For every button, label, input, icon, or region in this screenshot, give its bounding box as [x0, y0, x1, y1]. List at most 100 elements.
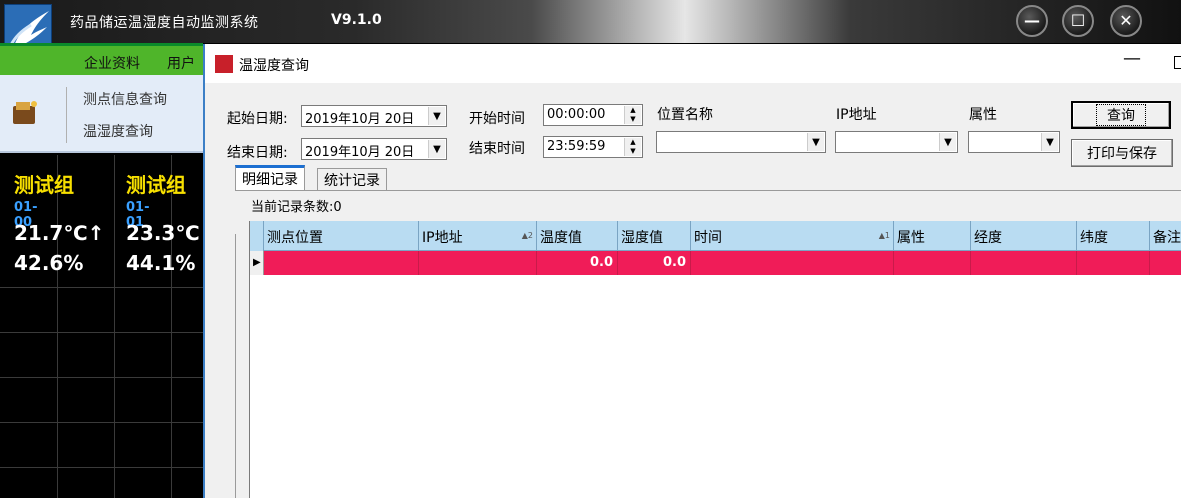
- end-date-label: 结束日期:: [227, 145, 288, 161]
- app-window: 药品储运温湿度自动监测系统 V9.1.0 — ☐ ✕ 企业资料 用户 测点信息查…: [0, 0, 1181, 498]
- location-label: 位置名称: [657, 107, 713, 123]
- grid-line: [0, 467, 203, 468]
- sort-ascending-icon: ▲2: [521, 231, 533, 240]
- panel-border: [235, 234, 236, 498]
- column-header-ip[interactable]: IP地址 ▲2: [419, 221, 537, 251]
- grid-line: [0, 287, 203, 288]
- title-bar: 药品储运温湿度自动监测系统 V9.1.0 — ☐ ✕: [0, 0, 1181, 52]
- minimize-icon: —: [1024, 11, 1040, 30]
- maximize-icon: ☐: [1070, 11, 1086, 30]
- header-row-selector: [250, 221, 264, 251]
- sensor-humidity: 44.1%: [126, 251, 196, 275]
- close-button[interactable]: ✕: [1110, 5, 1142, 37]
- monitor-panel: 测试组 01-00 21.7℃↑ 42.6% 测试组 01-01 23.3℃ 4…: [0, 155, 203, 498]
- table-row[interactable]: ▶ 0.0 0.0: [250, 251, 1181, 275]
- tab-divider: [235, 190, 1181, 191]
- sensor-group-label: 测试组: [14, 173, 74, 197]
- dialog-title: 温湿度查询: [239, 58, 309, 74]
- column-header-time[interactable]: 时间 ▲1: [691, 221, 894, 251]
- menu-item-user[interactable]: 用户: [167, 53, 195, 73]
- maximize-button[interactable]: ☐: [1062, 5, 1094, 37]
- tab-statistics-records[interactable]: 统计记录: [317, 168, 387, 190]
- dialog-title-bar: 温湿度查询 —: [205, 44, 1181, 83]
- cell-location[interactable]: [264, 251, 419, 275]
- column-header-longitude[interactable]: 经度: [971, 221, 1077, 251]
- start-date-label: 起始日期:: [227, 111, 288, 127]
- start-date-picker[interactable]: 2019年10月 20日 ▼: [301, 105, 447, 127]
- cell-ip[interactable]: [419, 251, 537, 275]
- menu-bar: 企业资料 用户: [0, 43, 203, 75]
- query-button[interactable]: 查询: [1071, 101, 1171, 129]
- grid-line: [171, 155, 172, 498]
- menu-item-company[interactable]: 企业资料: [84, 53, 140, 73]
- print-save-button[interactable]: 打印与保存: [1071, 139, 1173, 167]
- grid-line: [57, 155, 58, 498]
- chevron-down-icon[interactable]: ▼: [807, 133, 824, 151]
- start-date-value: 2019年10月 20日: [305, 112, 415, 127]
- cell-temperature[interactable]: 0.0: [537, 251, 618, 275]
- cell-time[interactable]: [691, 251, 894, 275]
- close-icon: ✕: [1119, 11, 1133, 30]
- record-count: 当前记录条数:0: [251, 200, 342, 215]
- records-grid[interactable]: 测点位置 IP地址 ▲2 温度值 湿度值 时间 ▲1 属性 经度 纬度 备注 ▶ 0…: [249, 221, 1181, 498]
- attribute-label: 属性: [969, 107, 997, 123]
- grid-header: 测点位置 IP地址 ▲2 温度值 湿度值 时间 ▲1 属性 经度 纬度 备注: [250, 221, 1181, 251]
- row-pointer-icon: ▶: [250, 251, 264, 275]
- end-date-value: 2019年10月 20日: [305, 145, 415, 160]
- app-version: V9.1.0: [331, 12, 382, 28]
- chevron-down-icon[interactable]: ▼: [1041, 133, 1058, 151]
- attribute-select[interactable]: ▼: [968, 131, 1060, 153]
- location-select[interactable]: ▼: [656, 131, 826, 153]
- column-header-ip-label: IP地址: [422, 230, 463, 246]
- cell-humidity[interactable]: 0.0: [618, 251, 691, 275]
- chevron-down-icon[interactable]: ▼: [428, 107, 445, 125]
- grid-line: [0, 377, 203, 378]
- cell-note[interactable]: [1150, 251, 1181, 275]
- end-time-value: 23:59:59: [547, 139, 606, 154]
- app-title: 药品储运温湿度自动监测系统: [70, 15, 259, 31]
- cell-latitude[interactable]: [1077, 251, 1150, 275]
- column-header-location[interactable]: 测点位置: [264, 221, 419, 251]
- dialog-minimize-button[interactable]: —: [1123, 48, 1141, 69]
- ip-label: IP地址: [836, 107, 877, 123]
- spin-arrows-icon[interactable]: ▲ ▼: [624, 138, 641, 156]
- start-time-input[interactable]: 00:00:00 ▲ ▼: [543, 104, 643, 126]
- sensor-humidity: 42.6%: [14, 251, 84, 275]
- spin-arrows-icon[interactable]: ▲ ▼: [624, 106, 641, 124]
- column-header-latitude[interactable]: 纬度: [1077, 221, 1150, 251]
- folder-icon: [10, 97, 40, 127]
- chevron-down-icon[interactable]: ▼: [939, 133, 956, 151]
- sensor-temperature: 21.7℃↑: [14, 221, 105, 245]
- tab-detail-records[interactable]: 明细记录: [235, 165, 305, 191]
- end-date-picker[interactable]: 2019年10月 20日 ▼: [301, 138, 447, 160]
- column-header-humidity[interactable]: 湿度值: [618, 221, 691, 251]
- dialog-app-icon: [215, 55, 233, 73]
- query-dialog: 温湿度查询 — 起始日期: 2019年10月 20日 ▼ 开始时间 00:00:…: [203, 44, 1181, 498]
- end-time-input[interactable]: 23:59:59 ▲ ▼: [543, 136, 643, 158]
- grid-line: [0, 422, 203, 423]
- toolbar-divider: [66, 87, 67, 143]
- toolbar-temp-humidity-link[interactable]: 温湿度查询: [83, 121, 153, 141]
- end-time-label: 结束时间: [469, 141, 525, 157]
- minimize-button[interactable]: —: [1016, 5, 1048, 37]
- grid-line: [0, 332, 203, 333]
- cell-attribute[interactable]: [894, 251, 971, 275]
- sort-ascending-icon: ▲1: [878, 231, 890, 240]
- toolbar: 测点信息查询 温湿度查询: [0, 75, 203, 153]
- cell-longitude[interactable]: [971, 251, 1077, 275]
- sensor-temperature: 23.3℃: [126, 221, 200, 245]
- sensor-group-label: 测试组: [126, 173, 186, 197]
- print-save-label: 打印与保存: [1087, 146, 1157, 162]
- grid-line: [114, 155, 115, 498]
- column-header-note[interactable]: 备注: [1150, 221, 1181, 251]
- chevron-down-icon[interactable]: ▼: [428, 140, 445, 158]
- start-time-label: 开始时间: [469, 111, 525, 127]
- column-header-time-label: 时间: [694, 230, 722, 246]
- dialog-maximize-button[interactable]: [1174, 56, 1181, 69]
- query-button-label: 查询: [1096, 104, 1146, 126]
- column-header-temperature[interactable]: 温度值: [537, 221, 618, 251]
- start-time-value: 00:00:00: [547, 107, 606, 122]
- column-header-attribute[interactable]: 属性: [894, 221, 971, 251]
- ip-select[interactable]: ▼: [835, 131, 958, 153]
- toolbar-point-info-link[interactable]: 测点信息查询: [83, 89, 167, 109]
